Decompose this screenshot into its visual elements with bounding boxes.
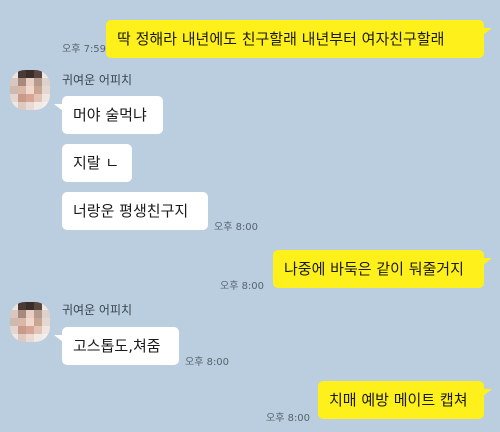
avatar-pixel — [18, 302, 26, 310]
avatar-pixel — [18, 102, 26, 110]
avatar-pixel — [18, 318, 26, 326]
avatar-pixel — [34, 302, 42, 310]
avatar-pixel — [26, 326, 34, 334]
message-time: 오후 8:00 — [214, 222, 259, 233]
avatar-pixel — [42, 86, 50, 94]
avatar[interactable] — [10, 70, 50, 110]
avatar-pixel — [26, 86, 34, 94]
message-time: 오후 7:59 — [62, 44, 107, 55]
avatar-pixel — [26, 70, 34, 78]
avatar-pixel — [10, 94, 18, 102]
avatar-pixel — [18, 326, 26, 334]
avatar-pixel — [10, 318, 18, 326]
avatar-pixel — [34, 78, 42, 86]
sender-name: 귀여운 어피치 — [62, 303, 133, 317]
avatar-pixel — [26, 334, 34, 342]
avatar-pixel — [42, 94, 50, 102]
other-message-bubble[interactable]: 너랑운 평생친구지 — [62, 192, 208, 230]
avatar-pixel — [18, 334, 26, 342]
avatar-pixel — [10, 86, 18, 94]
avatar-pixel — [18, 94, 26, 102]
bubble-tail — [54, 104, 63, 111]
other-message-bubble[interactable]: 지랄 ㄴ — [62, 144, 132, 182]
sender-name: 귀여운 어피치 — [62, 73, 133, 87]
bubble-tail — [483, 258, 492, 265]
message-time: 오후 8:00 — [185, 357, 230, 368]
avatar-pixel — [34, 86, 42, 94]
bubble-tail — [483, 389, 492, 396]
other-message-bubble[interactable]: 머야 술먹냐 — [62, 96, 163, 134]
avatar-pixel — [10, 102, 18, 110]
message-time: 오후 8:00 — [220, 281, 265, 292]
avatar-pixel — [10, 78, 18, 86]
avatar-pixel — [18, 70, 26, 78]
avatar[interactable] — [10, 302, 50, 342]
avatar-pixel — [10, 326, 18, 334]
avatar-pixel — [18, 78, 26, 86]
avatar-pixel — [42, 78, 50, 86]
message-time: 오후 8:00 — [266, 413, 311, 424]
avatar-pixel — [26, 78, 34, 86]
my-message-bubble[interactable]: 치매 예방 메이트 캡쳐 — [318, 381, 484, 419]
avatar-pixel — [34, 326, 42, 334]
avatar-pixel — [34, 310, 42, 318]
bubble-tail — [483, 28, 492, 35]
avatar-pixel — [26, 94, 34, 102]
my-message-bubble[interactable]: 딱 정해라 내년에도 친구할래 내년부터 여자친구할래 — [106, 20, 484, 58]
avatar-pixel — [10, 70, 18, 78]
avatar-pixel — [10, 334, 18, 342]
avatar-pixel — [26, 310, 34, 318]
other-message-bubble[interactable]: 고스톱도,쳐줌 — [62, 327, 179, 365]
avatar-pixel — [10, 302, 18, 310]
avatar-pixel — [42, 326, 50, 334]
avatar-pixel — [42, 310, 50, 318]
avatar-pixel — [26, 318, 34, 326]
my-message-bubble[interactable]: 나중에 바둑은 같이 둬줄거지 — [273, 250, 484, 288]
avatar-pixel — [18, 86, 26, 94]
avatar-pixel — [34, 94, 42, 102]
avatar-pixel — [34, 102, 42, 110]
avatar-pixel — [42, 102, 50, 110]
avatar-pixel — [34, 334, 42, 342]
avatar-pixel — [26, 302, 34, 310]
avatar-pixel — [42, 302, 50, 310]
avatar-pixel — [42, 318, 50, 326]
avatar-pixel — [26, 102, 34, 110]
bubble-tail — [54, 335, 63, 342]
avatar-pixel — [34, 318, 42, 326]
avatar-pixel — [34, 70, 42, 78]
avatar-pixel — [10, 310, 18, 318]
avatar-pixel — [18, 310, 26, 318]
avatar-pixel — [42, 70, 50, 78]
avatar-pixel — [42, 334, 50, 342]
